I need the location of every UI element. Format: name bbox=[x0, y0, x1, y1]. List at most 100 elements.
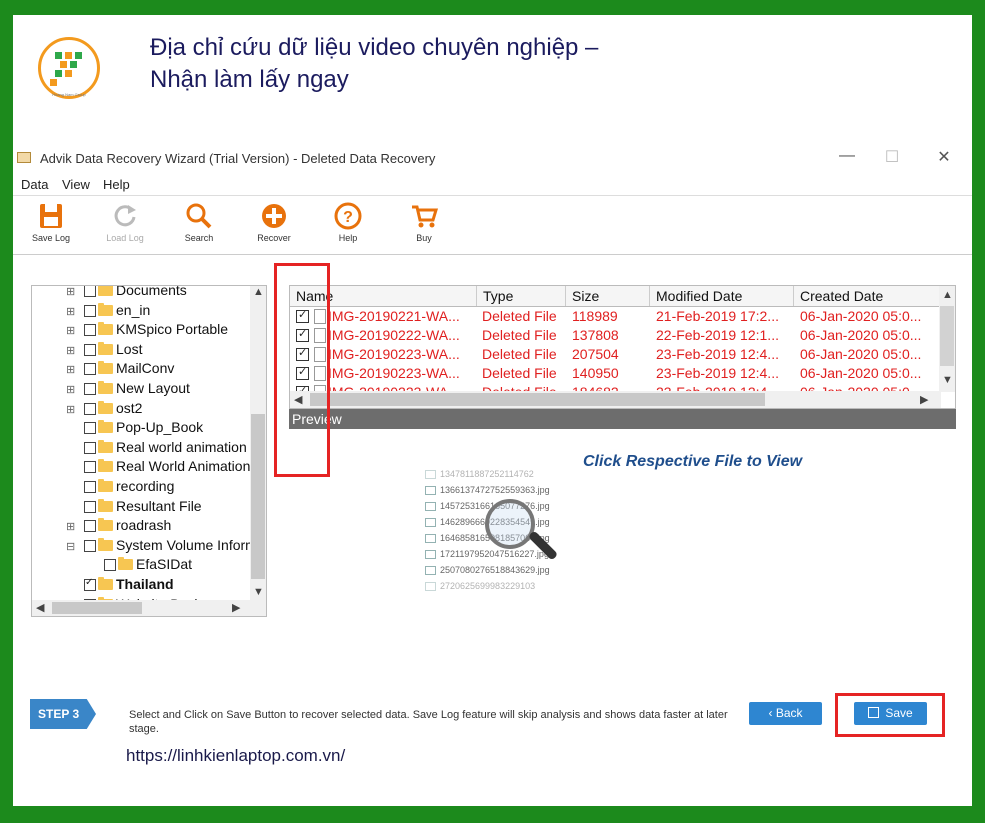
tree-expander-icon[interactable]: ⊞ bbox=[66, 324, 75, 337]
cell-created: 06-Jan-2020 05:0... bbox=[800, 346, 922, 362]
tree-horizontal-scrollbar[interactable]: ◀ ▶ bbox=[32, 600, 266, 616]
file-list-horizontal-thumb[interactable] bbox=[310, 393, 765, 406]
tree-checkbox[interactable] bbox=[84, 286, 96, 297]
tree-item-label: Resultant File bbox=[116, 497, 202, 514]
search-icon bbox=[186, 203, 212, 229]
preview-file-name: 2507080276518843629.jpg bbox=[440, 565, 550, 575]
title-bar: Advik Data Recovery Wizard (Trial Versio… bbox=[13, 143, 972, 173]
scroll-down-icon[interactable]: ▼ bbox=[942, 374, 953, 386]
tree-horizontal-thumb[interactable] bbox=[52, 602, 142, 614]
file-list: Name Type Size Modified Date Created Dat… bbox=[289, 285, 956, 409]
tree-checkbox[interactable] bbox=[84, 402, 96, 415]
folder-icon bbox=[98, 400, 113, 414]
scroll-up-icon[interactable]: ▲ bbox=[942, 289, 953, 301]
load-log-button[interactable]: Load Log bbox=[95, 201, 155, 243]
search-button[interactable]: Search bbox=[169, 201, 229, 243]
svg-text:?: ? bbox=[343, 209, 353, 226]
tree-checkbox[interactable] bbox=[84, 520, 96, 533]
tree-expander-icon[interactable]: ⊞ bbox=[66, 344, 75, 357]
preview-file-name: 1721197952047516227.jpg bbox=[440, 549, 549, 559]
file-list-horizontal-scrollbar[interactable]: ◀ ▶ bbox=[290, 391, 941, 408]
tree-expander-icon[interactable]: ⊞ bbox=[66, 305, 75, 318]
tree-expander-icon[interactable]: ⊞ bbox=[66, 383, 75, 396]
banner-headline: Địa chỉ cứu dữ liệu video chuyên nghiệp … bbox=[150, 32, 598, 96]
tree-checkbox[interactable] bbox=[84, 441, 96, 454]
file-list-vertical-scrollbar[interactable]: ▲ ▼ bbox=[939, 286, 955, 392]
menu-view[interactable]: View bbox=[62, 177, 90, 192]
tree-checkbox[interactable] bbox=[84, 461, 96, 474]
cell-size: 137808 bbox=[572, 327, 619, 343]
folder-icon bbox=[98, 498, 113, 512]
table-row[interactable]: IMG-20190221-WA... Deleted File 118989 21-F… bbox=[290, 307, 940, 326]
cell-created: 06-Jan-2020 05:0... bbox=[800, 365, 922, 381]
save-highlight-box bbox=[835, 693, 945, 737]
table-row[interactable]: IMG-20190223-WA... Deleted File 140950 23-F… bbox=[290, 364, 940, 383]
folder-icon bbox=[98, 459, 113, 473]
maximize-button[interactable]: ☐ bbox=[877, 147, 907, 167]
column-created-date[interactable]: Created Date bbox=[794, 286, 940, 306]
scroll-up-icon[interactable]: ▲ bbox=[253, 286, 264, 298]
tree-vertical-thumb[interactable] bbox=[251, 414, 265, 579]
cell-size: 118989 bbox=[572, 308, 618, 324]
tree-expander-icon[interactable]: ⊞ bbox=[66, 363, 75, 376]
file-list-vertical-thumb[interactable] bbox=[940, 306, 954, 366]
column-type[interactable]: Type bbox=[477, 286, 566, 306]
cell-type: Deleted File bbox=[482, 308, 557, 324]
tree-item-label: Thailand bbox=[116, 576, 174, 592]
buy-button[interactable]: Buy bbox=[394, 201, 454, 243]
website-url[interactable]: https://linhkienlaptop.com.vn/ bbox=[126, 746, 345, 766]
toolbar: Save Log Load Log Search Recover ? Help … bbox=[13, 195, 972, 255]
tree-vertical-scrollbar[interactable]: ▲ ▼ bbox=[250, 286, 266, 602]
tree-item-label: roadrash bbox=[116, 517, 172, 534]
tree-checkbox[interactable] bbox=[84, 324, 96, 337]
tree-checkbox[interactable] bbox=[84, 304, 96, 317]
tree-checkbox[interactable] bbox=[84, 422, 96, 435]
tree-checkbox[interactable] bbox=[104, 559, 116, 572]
cell-modified: 21-Feb-2019 17:2... bbox=[656, 308, 779, 324]
buy-label: Buy bbox=[416, 233, 432, 243]
column-size[interactable]: Size bbox=[566, 286, 650, 306]
table-row[interactable]: IMG-20190223-WA... Deleted File 207504 23-F… bbox=[290, 345, 940, 364]
scroll-right-icon[interactable]: ▶ bbox=[920, 393, 928, 406]
cell-type: Deleted File bbox=[482, 365, 557, 381]
page-canvas: Hoàng Nam Group Địa chỉ cứu dữ liệu vide… bbox=[13, 15, 972, 806]
tree-expander-icon[interactable]: ⊞ bbox=[66, 403, 75, 416]
save-log-button[interactable]: Save Log bbox=[21, 201, 81, 243]
menu-data[interactable]: Data bbox=[21, 177, 48, 192]
tree-checkbox[interactable] bbox=[84, 539, 96, 552]
table-row[interactable]: IMG-20190222-WA... Deleted File 137808 22-F… bbox=[290, 326, 940, 345]
preview-file-line: 2507080276518843629.jpg bbox=[425, 565, 550, 576]
tree-expander-icon[interactable]: ⊞ bbox=[66, 520, 75, 533]
step-instruction: Select and Click on Save Button to recov… bbox=[129, 709, 728, 735]
folder-icon bbox=[98, 518, 113, 532]
scroll-down-icon[interactable]: ▼ bbox=[253, 586, 264, 598]
tree-checkbox[interactable] bbox=[84, 500, 96, 513]
help-button[interactable]: ? Help bbox=[318, 201, 378, 243]
tree-checkbox[interactable] bbox=[84, 577, 96, 591]
tree-expander-icon[interactable]: ⊟ bbox=[66, 540, 75, 553]
recover-button[interactable]: Recover bbox=[244, 201, 304, 243]
tree-checkbox[interactable] bbox=[84, 383, 96, 395]
column-modified-date[interactable]: Modified Date bbox=[650, 286, 794, 306]
tree-item-label: New Layout bbox=[116, 380, 190, 396]
tree-item-label: recording bbox=[116, 478, 175, 494]
scroll-left-icon[interactable]: ◀ bbox=[36, 601, 44, 614]
tree-checkbox[interactable] bbox=[84, 363, 96, 376]
scroll-right-icon[interactable]: ▶ bbox=[232, 601, 240, 614]
app-window: Advik Data Recovery Wizard (Trial Versio… bbox=[13, 143, 972, 739]
close-button[interactable]: ✕ bbox=[929, 147, 959, 167]
preview-file-line: 2720625699983229103 bbox=[425, 581, 535, 592]
folder-icon bbox=[98, 341, 113, 355]
back-button[interactable]: ‹ Back bbox=[749, 702, 822, 725]
minimize-button[interactable]: — bbox=[832, 147, 862, 165]
headline-line-1: Địa chỉ cứu dữ liệu video chuyên nghiệp … bbox=[150, 34, 599, 61]
tree-checkbox[interactable] bbox=[84, 481, 96, 493]
tree-expander-icon[interactable]: ⊞ bbox=[66, 286, 75, 298]
menu-help[interactable]: Help bbox=[103, 177, 130, 192]
cell-name: IMG-20190221-WA... bbox=[328, 308, 460, 324]
tree-item-label: EfaSIDat bbox=[136, 556, 193, 573]
tree-checkbox[interactable] bbox=[84, 343, 96, 356]
recover-plus-icon bbox=[262, 204, 286, 228]
tree-item-label: Lost bbox=[116, 340, 143, 357]
tree-item-label: MailConv bbox=[116, 360, 175, 377]
